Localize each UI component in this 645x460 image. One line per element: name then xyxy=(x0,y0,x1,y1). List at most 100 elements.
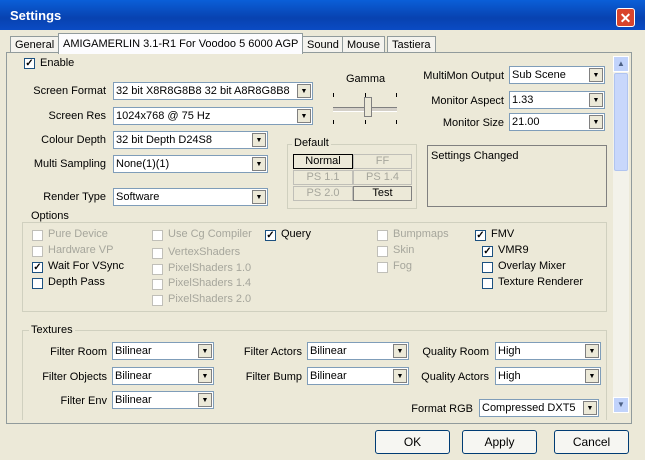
quality-actors-label: Quality Actors xyxy=(421,371,489,383)
tab-tastiera[interactable]: Tastiera xyxy=(387,36,436,53)
skin-label: Skin xyxy=(393,244,415,256)
vmr9-checkbox[interactable]: ✓ xyxy=(482,246,493,257)
format-rgb-select[interactable]: Compressed DXT5 ▼ xyxy=(479,399,599,417)
scroll-down-icon[interactable]: ▼ xyxy=(613,397,629,413)
vertex-shaders-checkbox[interactable] xyxy=(152,248,163,259)
chevron-down-icon[interactable]: ▼ xyxy=(252,190,266,204)
ff-button[interactable]: FF xyxy=(353,154,412,169)
hardware-vp-label: Hardware VP xyxy=(48,244,114,256)
cancel-button[interactable]: Cancel xyxy=(554,430,629,454)
quality-room-value: High xyxy=(498,345,521,357)
hardware-vp-checkbox[interactable] xyxy=(32,246,43,257)
multimon-output-select[interactable]: Sub Scene ▼ xyxy=(509,66,605,84)
filter-objects-select[interactable]: Bilinear ▼ xyxy=(112,367,214,385)
scrollbar-thumb[interactable] xyxy=(614,73,628,171)
filter-bump-select[interactable]: Bilinear ▼ xyxy=(307,367,409,385)
gamma-slider-thumb[interactable] xyxy=(364,97,372,117)
filter-room-select[interactable]: Bilinear ▼ xyxy=(112,342,214,360)
monitor-aspect-select[interactable]: 1.33 ▼ xyxy=(509,91,605,109)
screen-res-select[interactable]: 1024x768 @ 75 Hz ▼ xyxy=(113,107,313,125)
tab-sound[interactable]: Sound xyxy=(302,36,344,53)
pixel-shaders-10-label: PixelShaders 1.0 xyxy=(168,262,252,274)
use-cg-compiler-label: Use Cg Compiler xyxy=(168,228,252,240)
overlay-mixer-checkbox[interactable] xyxy=(482,262,493,273)
vertex-shaders-label: VertexShaders xyxy=(168,246,241,258)
chevron-down-icon[interactable]: ▼ xyxy=(198,369,212,383)
chevron-down-icon[interactable]: ▼ xyxy=(589,93,603,107)
chevron-down-icon[interactable]: ▼ xyxy=(252,133,266,147)
chevron-down-icon[interactable]: ▼ xyxy=(589,115,603,129)
ps20-button[interactable]: PS 2.0 xyxy=(293,186,353,201)
scroll-up-icon[interactable]: ▲ xyxy=(613,56,629,72)
gamma-tick xyxy=(365,120,366,124)
chevron-down-icon[interactable]: ▼ xyxy=(198,393,212,407)
filter-env-value: Bilinear xyxy=(115,394,152,406)
filter-actors-select[interactable]: Bilinear ▼ xyxy=(307,342,409,360)
fog-checkbox[interactable] xyxy=(377,262,388,273)
filter-env-label: Filter Env xyxy=(60,395,107,407)
colour-depth-select[interactable]: 32 bit Depth D24S8 ▼ xyxy=(113,131,268,149)
colour-depth-value: 32 bit Depth D24S8 xyxy=(116,134,213,146)
ps11-button[interactable]: PS 1.1 xyxy=(293,170,353,185)
render-type-label: Render Type xyxy=(43,191,106,203)
options-group-title: Options xyxy=(29,210,71,222)
pure-device-checkbox[interactable] xyxy=(32,230,43,241)
fog-label: Fog xyxy=(393,260,412,272)
tab-amigamerlin[interactable]: AMIGAMERLIN 3.1-R1 For Voodoo 5 6000 AGP xyxy=(58,33,304,54)
apply-button[interactable]: Apply xyxy=(462,430,537,454)
quality-room-select[interactable]: High ▼ xyxy=(495,342,601,360)
screen-res-value: 1024x768 @ 75 Hz xyxy=(116,110,211,122)
enable-checkbox[interactable]: ✓ xyxy=(24,58,35,69)
pixel-shaders-20-label: PixelShaders 2.0 xyxy=(168,293,252,305)
chevron-down-icon[interactable]: ▼ xyxy=(585,369,599,383)
render-type-value: Software xyxy=(116,191,160,203)
query-checkbox[interactable]: ✓ xyxy=(265,230,276,241)
wait-for-vsync-checkbox[interactable]: ✓ xyxy=(32,262,43,273)
format-rgb-label: Format RGB xyxy=(411,403,473,415)
chevron-down-icon[interactable]: ▼ xyxy=(198,344,212,358)
gamma-label: Gamma xyxy=(346,73,386,85)
monitor-size-value: 21.00 xyxy=(512,116,540,128)
fmv-checkbox[interactable]: ✓ xyxy=(475,230,486,241)
texture-renderer-label: Texture Renderer xyxy=(498,276,583,288)
skin-checkbox[interactable] xyxy=(377,246,388,257)
chevron-down-icon[interactable]: ▼ xyxy=(297,109,311,123)
close-button[interactable]: ✕ xyxy=(616,8,635,27)
bumpmaps-checkbox[interactable] xyxy=(377,230,388,241)
chevron-down-icon[interactable]: ▼ xyxy=(589,68,603,82)
quality-actors-select[interactable]: High ▼ xyxy=(495,367,601,385)
pixel-shaders-14-checkbox[interactable] xyxy=(152,279,163,290)
chevron-down-icon[interactable]: ▼ xyxy=(252,157,266,171)
tab-general[interactable]: General xyxy=(10,36,60,53)
bumpmaps-label: Bumpmaps xyxy=(393,228,449,240)
filter-env-select[interactable]: Bilinear ▼ xyxy=(112,391,214,409)
pixel-shaders-14-label: PixelShaders 1.4 xyxy=(168,277,252,289)
gamma-tick xyxy=(396,120,397,124)
pixel-shaders-20-checkbox[interactable] xyxy=(152,295,163,306)
tab-mouse[interactable]: Mouse xyxy=(342,36,386,53)
chevron-down-icon[interactable]: ▼ xyxy=(585,344,599,358)
ps14-button[interactable]: PS 1.4 xyxy=(353,170,412,185)
filter-actors-label: Filter Actors xyxy=(243,346,302,358)
filter-room-value: Bilinear xyxy=(115,345,152,357)
monitor-size-select[interactable]: 21.00 ▼ xyxy=(509,113,605,131)
gamma-tick xyxy=(333,93,334,97)
gamma-tick xyxy=(333,120,334,124)
wait-for-vsync-label: Wait For VSync xyxy=(48,260,124,272)
use-cg-compiler-checkbox[interactable] xyxy=(152,230,163,241)
render-type-select[interactable]: Software ▼ xyxy=(113,188,268,206)
ok-button[interactable]: OK xyxy=(375,430,450,454)
pixel-shaders-10-checkbox[interactable] xyxy=(152,264,163,275)
format-rgb-value: Compressed DXT5 xyxy=(482,402,576,414)
screen-format-select[interactable]: 32 bit X8R8G8B8 32 bit A8R8G8B8 ▼ xyxy=(113,82,313,100)
chevron-down-icon[interactable]: ▼ xyxy=(583,401,597,415)
enable-label: Enable xyxy=(40,57,75,69)
multi-sampling-select[interactable]: None(1)(1) ▼ xyxy=(113,155,268,173)
title-bar xyxy=(0,0,645,30)
chevron-down-icon[interactable]: ▼ xyxy=(297,84,311,98)
texture-renderer-checkbox[interactable] xyxy=(482,278,493,289)
screen-format-value: 32 bit X8R8G8B8 32 bit A8R8G8B8 xyxy=(116,85,290,97)
normal-button[interactable]: Normal xyxy=(293,154,353,169)
depth-pass-checkbox[interactable] xyxy=(32,278,43,289)
test-button[interactable]: Test xyxy=(353,186,412,201)
